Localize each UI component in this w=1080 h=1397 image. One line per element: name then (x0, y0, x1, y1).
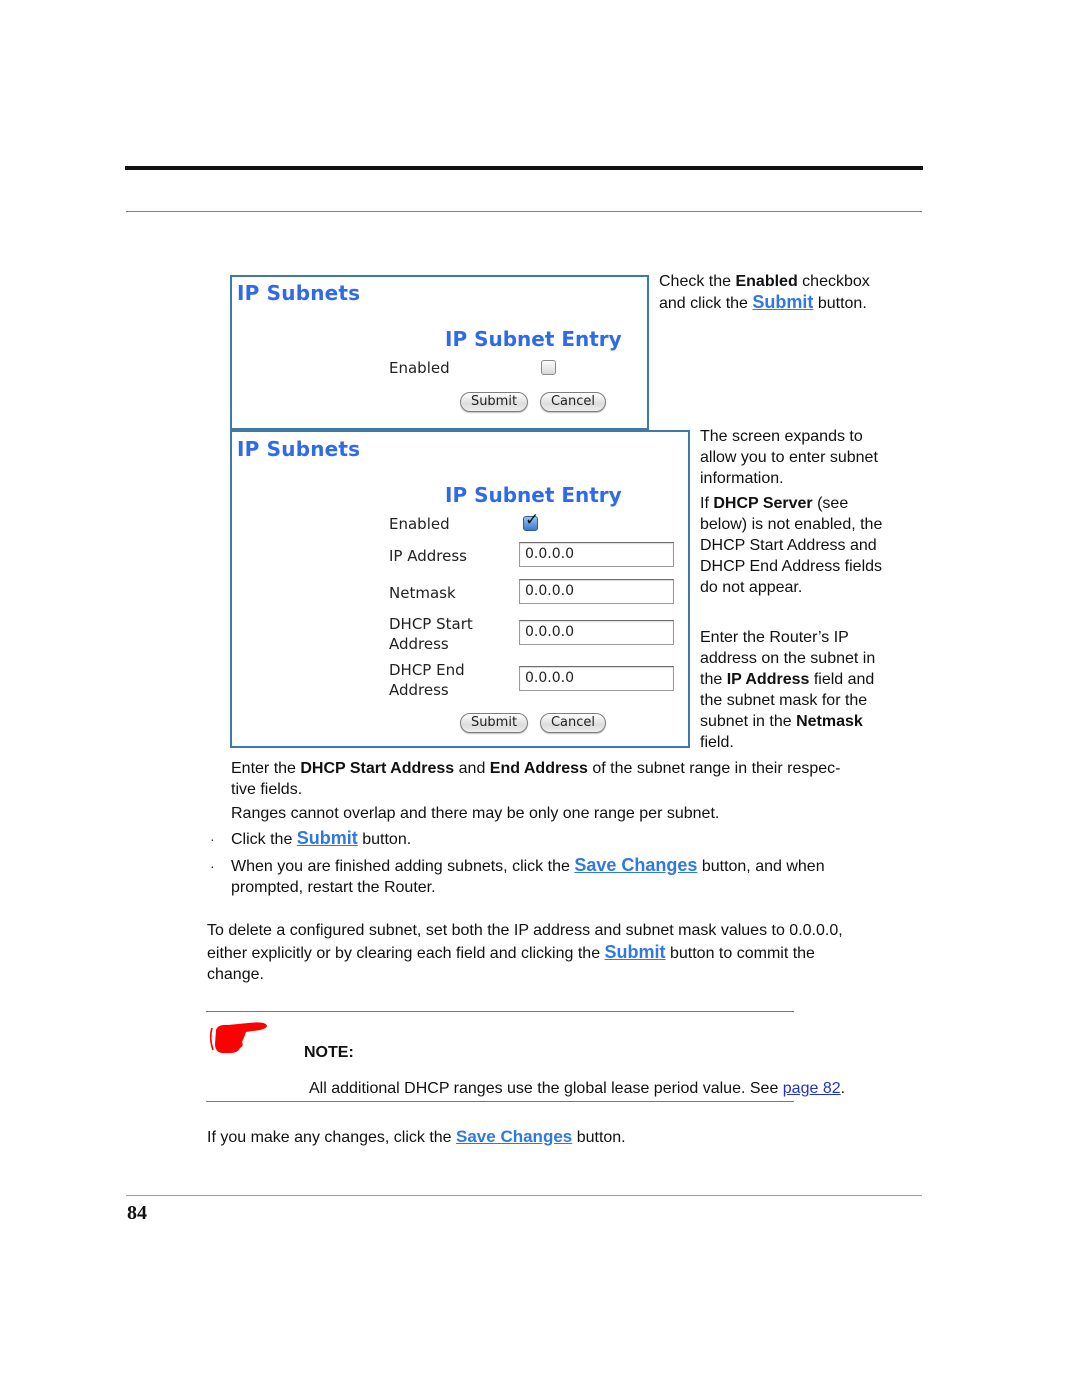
delete-subnet-paragraph: To delete a configured subnet, set both … (207, 920, 917, 985)
enabled-label: Enabled (389, 359, 450, 377)
text-line: DHCP Start Address and (700, 537, 877, 554)
dhcp-end-label: DHCP End Address (389, 660, 465, 700)
bullet-icon: · (210, 858, 215, 874)
page-number: 84 (127, 1202, 147, 1224)
dhcp-end-label-line2: Address (389, 681, 449, 699)
cancel-button[interactable]: Cancel (540, 392, 606, 412)
text: button. (813, 295, 867, 312)
text-line: The screen expands to (700, 428, 863, 445)
text: (see (812, 495, 849, 512)
text: field and (809, 671, 875, 688)
text: If (700, 495, 714, 512)
text: button, and when (697, 858, 825, 875)
dhcp-start-label: DHCP Start Address (389, 614, 473, 654)
text-line: change. (207, 966, 264, 983)
section-title: IP Subnet Entry (445, 483, 622, 507)
text-line: DHCP End Address fields (700, 558, 883, 575)
pointing-hand-icon (208, 1020, 270, 1056)
submit-link[interactable]: Submit (297, 828, 358, 848)
save-changes-link[interactable]: Save Changes (456, 1127, 572, 1146)
bullet-click-submit: Click the Submit button. (231, 828, 921, 850)
header-rule-thick (125, 166, 923, 170)
page-82-link[interactable]: page 82 (783, 1080, 841, 1097)
checkmark-icon: ✓ (525, 510, 540, 530)
bullet-save-changes: When you are finished adding subnets, cl… (231, 855, 921, 898)
bold-ip-address: IP Address (726, 671, 810, 688)
side-note-ip-address: Enter the Router’s IP address on the sub… (700, 627, 920, 753)
text-line: the subnet mask for the (700, 692, 868, 709)
bold-end-address: End Address (489, 760, 588, 777)
save-changes-link[interactable]: Save Changes (574, 855, 697, 875)
text: and click the (659, 295, 753, 312)
text-line: below) is not enabled, the (700, 516, 883, 533)
text: either explicitly or by clearing each fi… (207, 945, 605, 962)
text: Click the (231, 831, 297, 848)
note-rule-top (206, 1011, 794, 1012)
bold-dhcp-start-address: DHCP Start Address (300, 760, 455, 777)
cancel-button[interactable]: Cancel (540, 713, 606, 733)
bold-enabled: Enabled (735, 273, 798, 290)
dhcp-end-label-line1: DHCP End (389, 661, 465, 679)
enabled-checkbox[interactable] (541, 360, 556, 375)
footer-rule (126, 1195, 922, 1196)
text: checkbox (797, 273, 870, 290)
bold-netmask: Netmask (796, 713, 863, 730)
text: Enter the (231, 760, 301, 777)
ip-subnets-panel-expanded: IP Subnets IP Subnet Entry Enabled ✓ IP … (230, 430, 690, 748)
note-text: All additional DHCP ranges use the globa… (309, 1078, 909, 1099)
dhcp-start-label-line1: DHCP Start (389, 615, 473, 633)
text-line: address on the subnet in (700, 650, 876, 667)
text: . (840, 1080, 846, 1097)
section-title: IP Subnet Entry (445, 327, 622, 351)
side-note-enable: Check the Enabled checkbox and click the… (659, 271, 919, 314)
dhcp-start-input[interactable]: 0.0.0.0 (519, 620, 674, 645)
ip-subnets-panel-collapsed: IP Subnets IP Subnet Entry Enabled Submi… (230, 275, 649, 430)
bold-dhcp-server: DHCP Server (713, 495, 813, 512)
ip-address-label: IP Address (389, 547, 467, 565)
text: of the subnet range in their respec- (587, 760, 841, 777)
text: button. (572, 1129, 626, 1146)
submit-button[interactable]: Submit (460, 392, 528, 412)
ip-address-input[interactable]: 0.0.0.0 (519, 542, 674, 567)
text-line: prompted, restart the Router. (231, 879, 436, 896)
submit-button[interactable]: Submit (460, 713, 528, 733)
text-line: field. (700, 734, 734, 751)
bullet-icon: · (210, 831, 215, 847)
header-rule-thin (126, 211, 922, 212)
text: All additional DHCP ranges use the globa… (309, 1080, 783, 1097)
text: button to commit the (665, 945, 815, 962)
text: Check the (659, 273, 736, 290)
panel-title: IP Subnets (237, 437, 361, 461)
text-line: information. (700, 470, 784, 487)
netmask-label: Netmask (389, 584, 456, 602)
dhcp-range-paragraph: Enter the DHCP Start Address and End Add… (231, 758, 921, 800)
ranges-note: Ranges cannot overlap and there may be o… (231, 805, 720, 822)
enabled-label: Enabled (389, 515, 450, 533)
dhcp-start-label-line2: Address (389, 635, 449, 653)
dhcp-end-input[interactable]: 0.0.0.0 (519, 666, 674, 691)
submit-link[interactable]: Submit (605, 942, 666, 962)
text: subnet in the (700, 713, 797, 730)
save-changes-instruction: If you make any changes, click the Save … (207, 1126, 917, 1148)
text: button. (357, 831, 412, 848)
submit-link[interactable]: Submit (752, 292, 813, 312)
text-line: tive fields. (231, 781, 303, 798)
text-line: allow you to enter subnet (700, 449, 878, 466)
netmask-input[interactable]: 0.0.0.0 (519, 579, 674, 604)
text: the (700, 671, 727, 688)
text: and (454, 760, 490, 777)
text-line: To delete a configured subnet, set both … (207, 922, 843, 939)
side-note-expand: The screen expands to allow you to enter… (700, 426, 920, 598)
panel-title: IP Subnets (237, 281, 361, 305)
note-rule-bottom (206, 1101, 794, 1102)
enabled-checkbox[interactable]: ✓ (523, 510, 539, 531)
text-line: Enter the Router’s IP (700, 629, 849, 646)
text: If you make any changes, click the (207, 1129, 457, 1146)
note-label: NOTE: (304, 1044, 354, 1061)
text-line: do not appear. (700, 579, 803, 596)
text: When you are finished adding subnets, cl… (231, 858, 575, 875)
